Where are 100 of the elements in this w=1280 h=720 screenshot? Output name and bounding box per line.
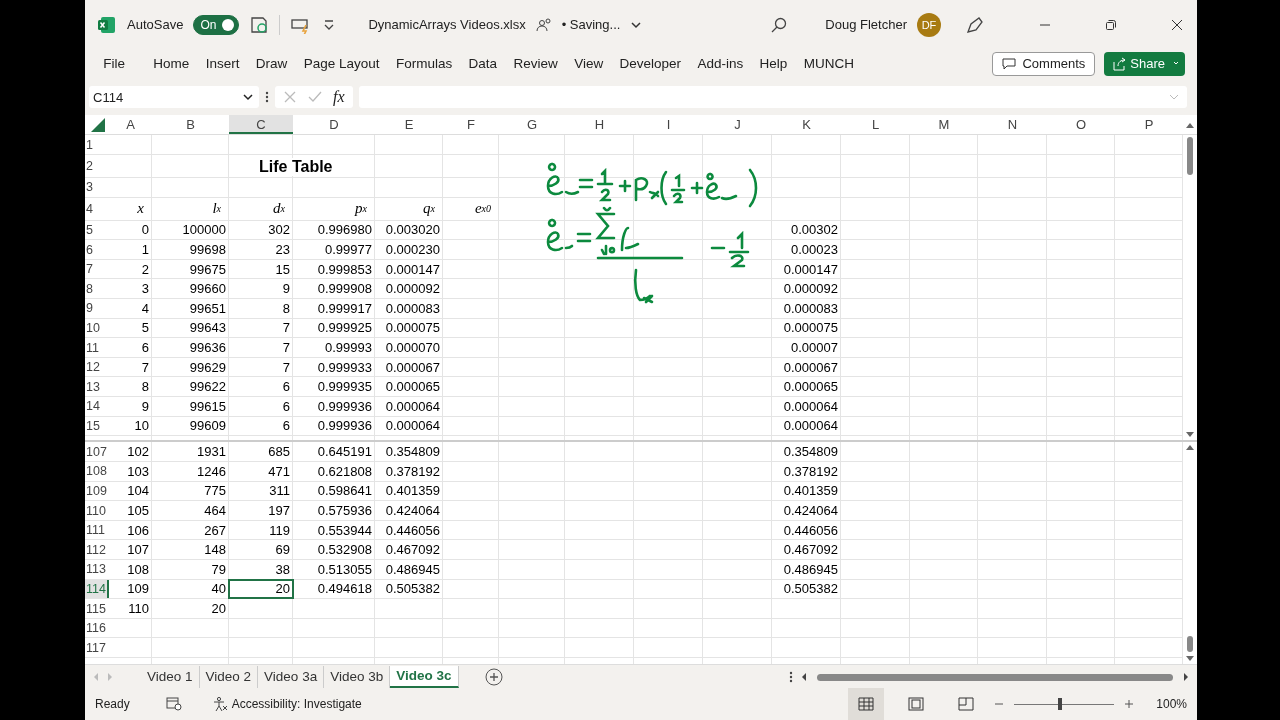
ribbon-tab[interactable]: Page Layout xyxy=(295,52,388,76)
table-cell[interactable]: 0.424064 xyxy=(772,501,841,520)
vertical-scrollbar-thumb[interactable] xyxy=(1187,137,1193,176)
table-cell[interactable]: 6 xyxy=(229,397,293,416)
table-cell[interactable]: 38 xyxy=(229,560,293,579)
table-cell[interactable]: 0.401359 xyxy=(375,481,443,501)
name-box[interactable]: C114 xyxy=(89,86,259,109)
table-cell[interactable]: 15 xyxy=(229,259,293,279)
restore-icon[interactable] xyxy=(1105,18,1117,31)
table-cell[interactable]: 20 xyxy=(229,579,293,599)
table-cell[interactable]: 1246 xyxy=(152,462,229,481)
table-cell[interactable]: 9 xyxy=(229,279,293,298)
table-cell[interactable]: 0.513055 xyxy=(293,560,375,579)
close-icon[interactable] xyxy=(1171,18,1183,31)
table-cell[interactable]: 103 xyxy=(109,462,152,481)
column-header[interactable]: D xyxy=(293,115,375,135)
table-cell[interactable]: 8 xyxy=(229,299,293,318)
table-cell[interactable]: 7 xyxy=(109,357,152,377)
table-cell[interactable]: 20 xyxy=(152,599,229,618)
sheet-tab[interactable]: Video 3c xyxy=(390,665,459,688)
table-cell[interactable]: 7 xyxy=(229,357,293,377)
table-cell[interactable]: 0.575936 xyxy=(293,501,375,520)
table-cell[interactable]: 0.598641 xyxy=(293,481,375,501)
table-cell[interactable]: 0.000230 xyxy=(375,240,443,259)
scroll-up-icon[interactable] xyxy=(1186,444,1194,451)
table-cell[interactable]: 0.999853 xyxy=(293,259,375,279)
column-header[interactable]: F xyxy=(443,115,499,135)
zoom-in-icon[interactable] xyxy=(1124,699,1135,709)
table-cell[interactable]: 99636 xyxy=(152,338,229,357)
table-cell[interactable]: 107 xyxy=(109,540,152,559)
column-header[interactable]: P xyxy=(1115,115,1183,135)
insert-function-button[interactable]: fx xyxy=(333,88,345,107)
sheet-tab[interactable]: Video 1 xyxy=(141,665,200,688)
table-cell[interactable]: 102 xyxy=(109,442,152,462)
table-cell[interactable]: 108 xyxy=(109,560,152,579)
more-options-icon[interactable] xyxy=(265,91,269,104)
table-cell[interactable]: 0.486945 xyxy=(772,560,841,579)
vertical-scrollbar-thumb[interactable] xyxy=(1187,636,1193,653)
table-cell[interactable]: 775 xyxy=(152,481,229,501)
table-cell[interactable]: 7 xyxy=(229,338,293,357)
macro-recording-icon[interactable] xyxy=(165,697,182,711)
table-cell[interactable]: 8 xyxy=(109,377,152,396)
table-cell[interactable]: 23 xyxy=(229,240,293,259)
table-cell[interactable]: 0.000064 xyxy=(772,416,841,436)
scroll-right-icon[interactable] xyxy=(1183,672,1189,681)
table-cell[interactable]: 99622 xyxy=(152,377,229,396)
table-cell[interactable]: 3 xyxy=(109,279,152,298)
column-header[interactable]: B xyxy=(152,115,229,135)
table-cell[interactable]: 0.354809 xyxy=(772,442,841,462)
table-cell[interactable]: 99609 xyxy=(152,416,229,436)
ribbon-tab[interactable]: Home xyxy=(145,52,198,76)
table-cell[interactable]: 119 xyxy=(229,520,293,540)
table-cell[interactable]: 0.424064 xyxy=(375,501,443,520)
ribbon-tab[interactable]: View xyxy=(565,52,612,76)
user-avatar[interactable]: DF xyxy=(917,12,941,37)
table-cell[interactable]: 0.99993 xyxy=(293,338,375,357)
add-sheet-icon[interactable] xyxy=(484,667,503,686)
table-cell[interactable]: 0.000064 xyxy=(375,416,443,436)
table-cell[interactable]: 0.000064 xyxy=(375,397,443,416)
table-cell[interactable]: 110 xyxy=(109,599,152,618)
table-cell[interactable]: 0.999936 xyxy=(293,397,375,416)
table-cell[interactable]: 6 xyxy=(229,377,293,396)
share-button[interactable]: Share xyxy=(1104,51,1185,76)
table-cell[interactable]: 0.000147 xyxy=(375,259,443,279)
save-icon[interactable] xyxy=(249,14,270,35)
ribbon-tab[interactable]: Add-ins xyxy=(689,52,752,76)
table-cell[interactable]: 0.00302 xyxy=(772,220,841,240)
comments-button[interactable]: Comments xyxy=(992,51,1096,76)
table-cell[interactable]: 10 xyxy=(109,416,152,436)
table-cell[interactable]: 0.467092 xyxy=(375,540,443,559)
ribbon-tab[interactable]: Insert xyxy=(197,52,248,76)
table-cell[interactable]: 0.000075 xyxy=(772,318,841,338)
column-header[interactable]: K xyxy=(772,115,841,135)
table-cell[interactable]: 0.401359 xyxy=(772,481,841,501)
table-cell[interactable]: 0.000092 xyxy=(772,279,841,298)
table-cell[interactable]: 267 xyxy=(152,520,229,540)
table-cell[interactable]: 99698 xyxy=(152,240,229,259)
table-cell[interactable]: 5 xyxy=(109,318,152,338)
formula-input[interactable] xyxy=(358,86,1187,109)
table-cell[interactable]: 9 xyxy=(109,397,152,416)
column-header[interactable]: N xyxy=(978,115,1047,135)
ribbon-tab[interactable]: MUNCH xyxy=(795,52,863,76)
table-cell[interactable]: 99675 xyxy=(152,259,229,279)
table-cell[interactable]: 105 xyxy=(109,501,152,520)
table-cell[interactable]: 6 xyxy=(229,416,293,436)
column-header[interactable]: H xyxy=(565,115,634,135)
table-cell[interactable]: 99643 xyxy=(152,318,229,338)
column-header[interactable]: L xyxy=(841,115,910,135)
table-cell[interactable]: 99651 xyxy=(152,299,229,318)
ribbon-tab[interactable]: Draw xyxy=(247,52,296,76)
ribbon-tab[interactable]: Formulas xyxy=(387,52,461,76)
table-cell[interactable]: 106 xyxy=(109,520,152,540)
table-cell[interactable]: 0.645191 xyxy=(293,442,375,462)
table-cell[interactable]: 0.467092 xyxy=(772,540,841,559)
table-cell[interactable]: 0.378192 xyxy=(772,462,841,481)
table-cell[interactable]: 0.494618 xyxy=(293,579,375,599)
table-cell[interactable]: 0.486945 xyxy=(375,560,443,579)
table-cell[interactable]: 109 xyxy=(109,579,152,599)
table-cell[interactable]: 302 xyxy=(229,220,293,240)
zoom-level[interactable]: 100% xyxy=(1156,697,1187,711)
